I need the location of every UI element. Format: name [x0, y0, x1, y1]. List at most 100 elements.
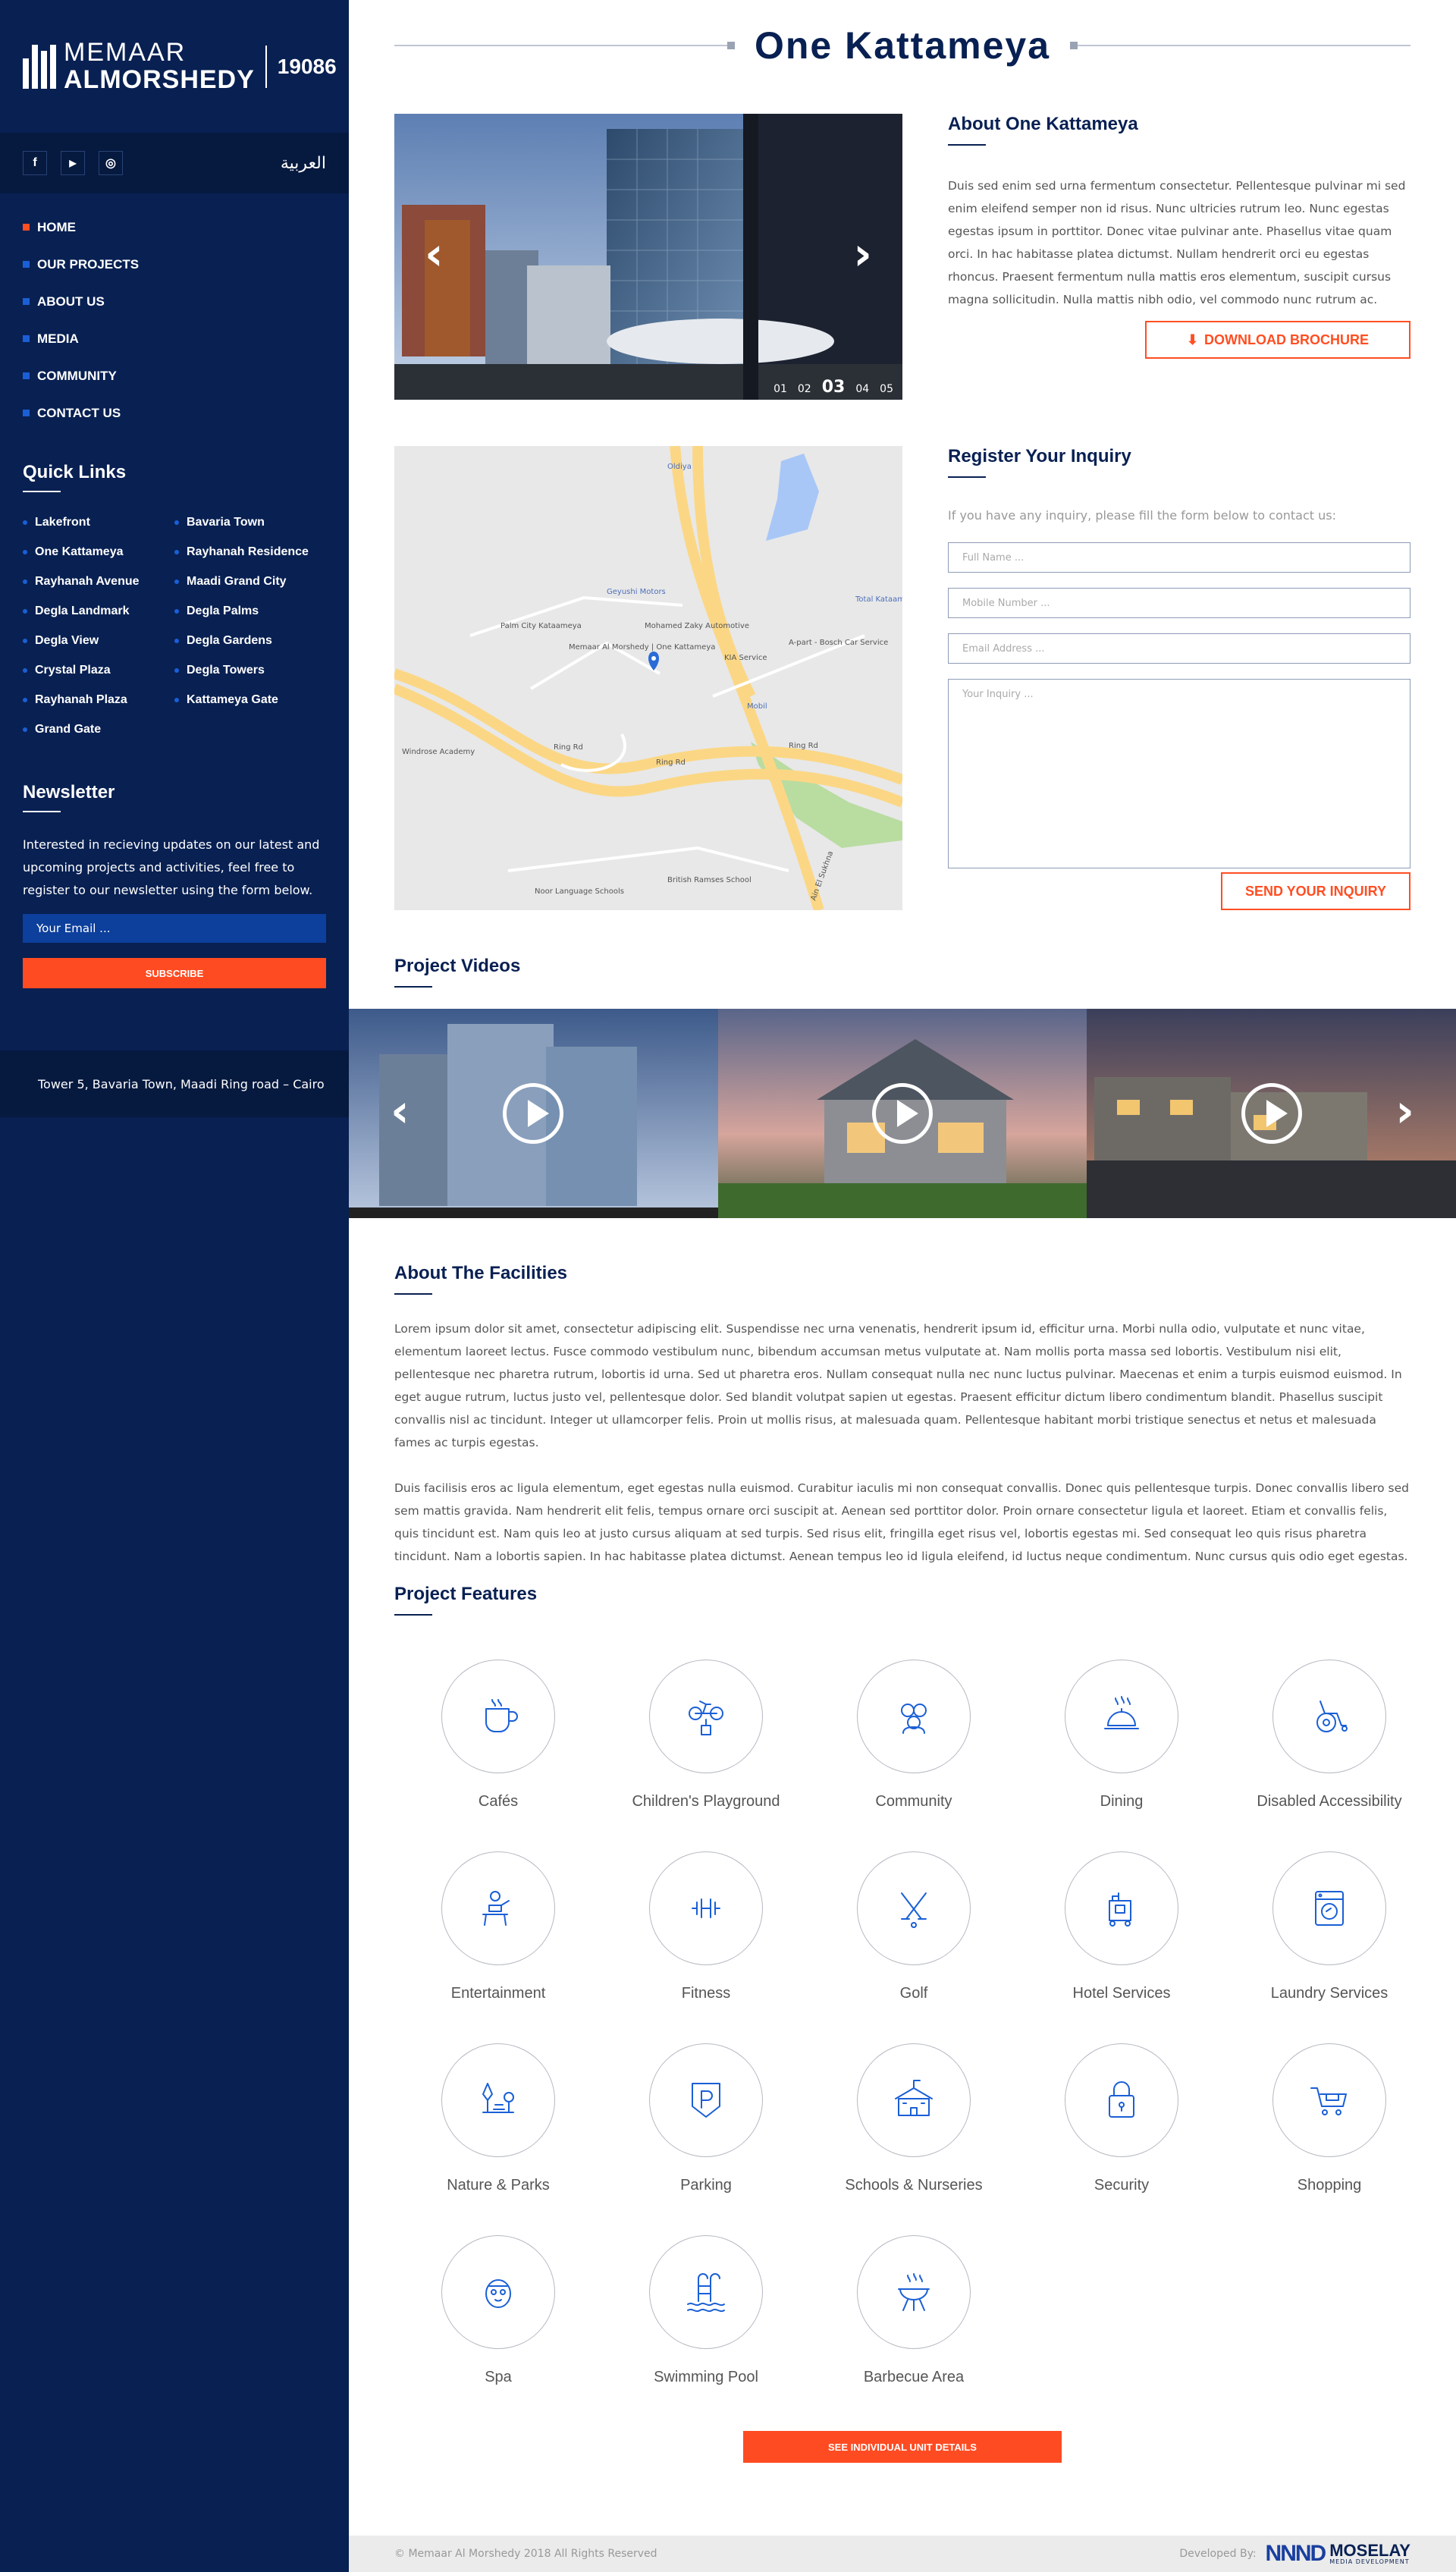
youtube-icon[interactable]: ▶ [61, 151, 85, 175]
play-icon[interactable] [872, 1083, 933, 1144]
pager-item[interactable]: 01 [774, 383, 787, 395]
dining-icon [1065, 1660, 1178, 1773]
quick-link-label: Bavaria Town [187, 515, 265, 529]
bullet-icon [23, 667, 27, 673]
footer: © Memaar Al Morshedy 2018 All Rights Res… [349, 2536, 1456, 2572]
map-label-windrose: Windrose Academy [402, 748, 475, 756]
feature-item: Nature & Parks [394, 2043, 602, 2194]
feature-item: Shopping [1225, 2043, 1433, 2194]
video-tile[interactable] [717, 1009, 1087, 1218]
facebook-icon[interactable]: f [23, 151, 47, 175]
instagram-icon[interactable]: ◎ [99, 151, 123, 175]
quick-link-item[interactable]: Degla Palms [174, 596, 326, 626]
facilities-underline [394, 1293, 432, 1295]
newsletter-title: Newsletter [23, 782, 115, 802]
slider-prev-icon[interactable]: ‹ [425, 231, 444, 277]
video-tile[interactable]: › [1087, 1009, 1456, 1218]
feature-label: Shopping [1297, 2177, 1362, 2194]
feature-item: Dining [1018, 1660, 1225, 1810]
pager-item[interactable]: 04 [855, 383, 869, 395]
quick-link-item[interactable]: Bavaria Town [174, 507, 326, 537]
location-map[interactable]: Oldiya Geyushi Motors Palm City Kataamey… [394, 446, 902, 910]
videos-carousel: ‹ › [349, 1009, 1456, 1218]
language-switch-link[interactable]: العربية [281, 154, 326, 173]
download-brochure-button[interactable]: ⬇ DOWNLOAD BROCHURE [1145, 321, 1410, 359]
quick-link-item[interactable]: Degla Towers [174, 655, 326, 685]
quick-link-item[interactable]: Lakefront [23, 507, 174, 537]
quick-link-item[interactable]: Degla Gardens [174, 626, 326, 655]
slider-pager: 01 02 03 04 05 [774, 378, 893, 397]
features-underline [394, 1614, 432, 1616]
pager-item-current[interactable]: 03 [822, 378, 846, 397]
subscribe-button[interactable]: SUBSCRIBE [23, 958, 326, 988]
quick-link-item[interactable]: Degla Landmark [23, 596, 174, 626]
nav-item-home[interactable]: HOME [23, 209, 326, 246]
quick-link-label: Degla Towers [187, 663, 265, 677]
bullet-icon [23, 520, 27, 525]
page-header: One Kattameya [394, 19, 1411, 72]
golf-icon [857, 1851, 971, 1965]
header-square-right [1070, 42, 1078, 49]
nav-item-media[interactable]: MEDIA [23, 320, 326, 357]
nav-item-about-us[interactable]: ABOUT US [23, 283, 326, 320]
quick-link-item[interactable]: Rayhanah Plaza [23, 685, 174, 714]
quick-link-item[interactable]: Degla View [23, 626, 174, 655]
logo-mark-icon [23, 44, 56, 89]
feature-label: Entertainment [450, 1985, 546, 2002]
email-field[interactable] [948, 633, 1410, 664]
project-image-slider[interactable]: ‹ › 01 02 03 04 05 [394, 114, 902, 400]
pager-item[interactable]: 02 [798, 383, 811, 395]
nav-item-our-projects[interactable]: OUR PROJECTS [23, 246, 326, 283]
play-icon[interactable] [503, 1083, 564, 1144]
logo-line-1: MEMAAR [64, 37, 187, 67]
feature-label: Schools & Nurseries [845, 2177, 983, 2194]
map-label-total: Total Kataameya [855, 595, 902, 604]
nav-bullet-icon [23, 261, 30, 268]
washing-machine-icon [1272, 1851, 1386, 1965]
sidebar: MEMAAR ALMORSHEDY 19086 f ▶ ◎ العربية HO… [0, 0, 349, 2572]
quick-link-item[interactable]: Crystal Plaza [23, 655, 174, 685]
videos-title: Project Videos [394, 956, 521, 976]
quick-link-item[interactable]: One Kattameya [23, 537, 174, 567]
nav-item-contact-us[interactable]: CONTACT US [23, 394, 326, 432]
video-tile[interactable]: ‹ [349, 1009, 718, 1218]
slider-next-icon[interactable]: › [853, 231, 872, 277]
quick-link-item[interactable]: Maadi Grand City [174, 567, 326, 596]
bullet-icon [174, 638, 179, 643]
quick-link-item[interactable]: Kattameya Gate [174, 685, 326, 714]
developer-logo[interactable]: NNND MOSELAY MEDIA DEVELOPMENT [1266, 2541, 1410, 2567]
map-label-mobil: Mobil [747, 702, 767, 711]
logo[interactable]: MEMAAR ALMORSHEDY 19086 [0, 0, 349, 133]
videos-prev-icon[interactable]: ‹ [391, 1088, 410, 1134]
mobile-number-field[interactable] [948, 588, 1410, 618]
developer-name: MOSELAY [1329, 2541, 1410, 2560]
send-inquiry-button[interactable]: SEND YOUR INQUIRY [1221, 872, 1410, 910]
play-icon[interactable] [1241, 1083, 1302, 1144]
nav-item-community[interactable]: COMMUNITY [23, 357, 326, 394]
videos-heading: Project Videos [394, 956, 520, 988]
about-underline [948, 144, 986, 146]
bullet-icon [174, 520, 179, 525]
features-title: Project Features [394, 1584, 538, 1604]
videos-next-icon[interactable]: › [1395, 1088, 1414, 1134]
nav-label: OUR PROJECTS [37, 256, 140, 272]
map-label-bosch: A-part - Bosch Car Service [789, 639, 888, 647]
inquiry-title: Register Your Inquiry [948, 446, 1131, 466]
feature-item: Disabled Accessibility [1225, 1660, 1433, 1810]
header-line-left [394, 45, 727, 46]
see-unit-details-button[interactable]: SEE INDIVIDUAL UNIT DETAILS [743, 2431, 1062, 2463]
pager-item[interactable]: 05 [880, 383, 893, 395]
logo-line-2: ALMORSHEDY [64, 64, 255, 94]
inquiry-textarea[interactable] [948, 679, 1410, 868]
barbecue-icon [857, 2235, 971, 2349]
nav-bullet-icon [23, 335, 30, 342]
hotline-number[interactable]: 19086 [278, 55, 337, 79]
social-bar: f ▶ ◎ العربية [0, 133, 349, 193]
full-name-field[interactable] [948, 542, 1410, 573]
quick-link-item[interactable]: Grand Gate [23, 714, 174, 744]
map-label-ring-3: Ring Rd [789, 742, 818, 750]
quick-link-item[interactable]: Rayhanah Avenue [23, 567, 174, 596]
bullet-icon [174, 697, 179, 702]
quick-link-item[interactable]: Rayhanah Residence [174, 537, 326, 567]
newsletter-email-input[interactable] [23, 914, 326, 943]
